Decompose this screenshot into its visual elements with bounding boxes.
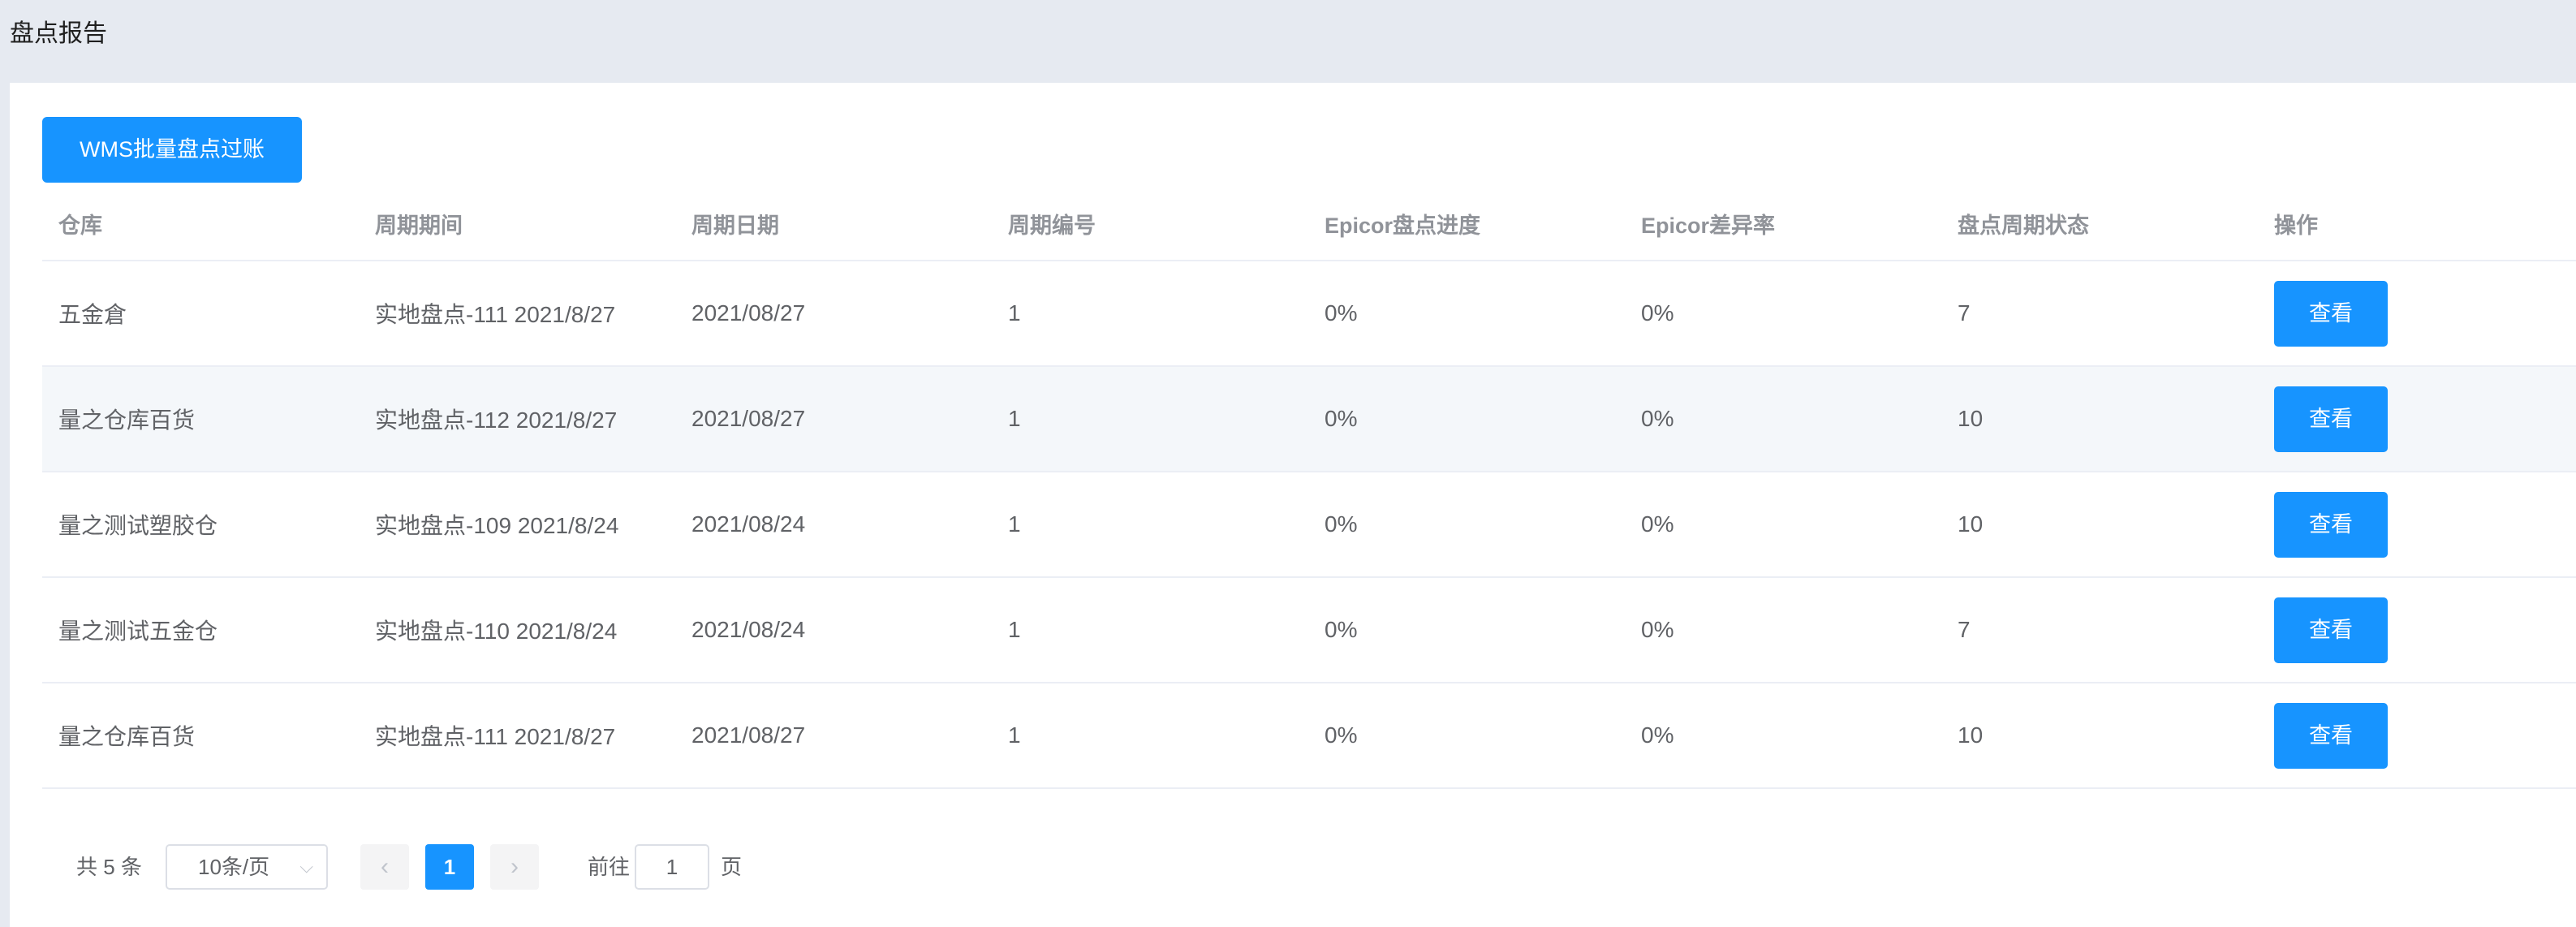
table-row: 五金倉 实地盘点-111 2021/8/27 2021/08/27 1 0% 0… — [42, 261, 2576, 367]
cell-status: 7 — [1958, 617, 1971, 642]
page-number-current[interactable]: 1 — [425, 844, 474, 890]
view-button[interactable]: 查看 — [2274, 597, 2388, 663]
cell-variance: 0% — [1641, 722, 1674, 748]
cell-period: 实地盘点-109 2021/8/24 — [375, 513, 619, 538]
goto-label: 前往 — [588, 855, 631, 879]
cell-status: 10 — [1958, 406, 1984, 431]
column-header-status: 盘点周期状态 — [1958, 213, 2089, 238]
report-table: 仓库 周期期间 周期日期 周期编号 Epicor盘点进度 Epicor差异率 盘… — [42, 187, 2576, 789]
cell-action: 查看 — [2274, 367, 2388, 471]
cell-progress: 0% — [1325, 722, 1358, 748]
cell-progress: 0% — [1325, 617, 1358, 642]
cell-period: 实地盘点-111 2021/8/27 — [375, 724, 616, 749]
cell-variance: 0% — [1641, 617, 1674, 642]
column-header-period: 周期期间 — [375, 213, 463, 238]
total-count: 共 5 条 — [76, 855, 142, 879]
cell-date: 2021/08/24 — [691, 617, 806, 642]
cell-action: 查看 — [2274, 472, 2388, 576]
table-row: 量之测试五金仓 实地盘点-110 2021/8/24 2021/08/24 1 … — [42, 578, 2576, 683]
cell-variance: 0% — [1641, 406, 1674, 431]
view-button[interactable]: 查看 — [2274, 702, 2388, 769]
view-button[interactable]: 查看 — [2274, 386, 2388, 452]
cell-warehouse: 量之测试五金仓 — [58, 619, 218, 644]
table-row: 量之测试塑胶仓 实地盘点-109 2021/8/24 2021/08/24 1 … — [42, 472, 2576, 578]
cell-warehouse: 量之测试塑胶仓 — [58, 513, 218, 538]
cell-period: 实地盘点-111 2021/8/27 — [375, 302, 616, 327]
view-button[interactable]: 查看 — [2274, 280, 2388, 347]
table-row: 量之仓库百货 实地盘点-112 2021/8/27 2021/08/27 1 0… — [42, 367, 2576, 472]
cell-progress: 0% — [1325, 511, 1358, 537]
column-header-action: 操作 — [2274, 213, 2318, 238]
cell-status: 10 — [1958, 511, 1984, 537]
cell-action: 查看 — [2274, 578, 2388, 682]
cell-date: 2021/08/27 — [691, 406, 806, 431]
next-page-button[interactable]: › — [490, 844, 539, 890]
column-header-variance: Epicor差异率 — [1641, 213, 1776, 238]
page-title: 盘点报告 — [10, 20, 107, 47]
chevron-left-icon: ‹ — [381, 853, 389, 880]
cell-variance: 0% — [1641, 300, 1674, 326]
goto-suffix: 页 — [721, 855, 743, 879]
column-header-number: 周期编号 — [1008, 213, 1096, 238]
table-header: 仓库 周期期间 周期日期 周期编号 Epicor盘点进度 Epicor差异率 盘… — [42, 187, 2576, 261]
cell-date: 2021/08/27 — [691, 300, 806, 326]
cell-variance: 0% — [1641, 511, 1674, 537]
cell-number: 1 — [1008, 406, 1021, 431]
cell-progress: 0% — [1325, 300, 1358, 326]
report-panel: WMS批量盘点过账 仓库 周期期间 周期日期 周期编号 Epicor盘点进度 E… — [10, 83, 2576, 927]
cell-number: 1 — [1008, 300, 1021, 326]
cell-period: 实地盘点-110 2021/8/24 — [375, 619, 618, 644]
cell-progress: 0% — [1325, 406, 1358, 431]
cell-action: 查看 — [2274, 683, 2388, 787]
cell-warehouse: 五金倉 — [58, 302, 127, 327]
cell-status: 7 — [1958, 300, 1971, 326]
column-header-date: 周期日期 — [691, 213, 779, 238]
chevron-right-icon: › — [510, 853, 519, 880]
batch-post-button[interactable]: WMS批量盘点过账 — [42, 117, 302, 183]
view-button[interactable]: 查看 — [2274, 491, 2388, 558]
column-header-warehouse: 仓库 — [58, 213, 102, 238]
cell-warehouse: 量之仓库百货 — [58, 724, 196, 749]
cell-date: 2021/08/24 — [691, 511, 806, 537]
cell-date: 2021/08/27 — [691, 722, 806, 748]
column-header-progress: Epicor盘点进度 — [1325, 213, 1481, 238]
chevron-down-icon: ⌵ — [299, 856, 313, 877]
prev-page-button[interactable]: ‹ — [360, 844, 409, 890]
cell-number: 1 — [1008, 722, 1021, 748]
page-size-select[interactable]: 10条/页 ⌵ — [166, 844, 328, 890]
cell-status: 10 — [1958, 722, 1984, 748]
cell-number: 1 — [1008, 511, 1021, 537]
cell-number: 1 — [1008, 617, 1021, 642]
cell-warehouse: 量之仓库百货 — [58, 407, 196, 433]
cell-action: 查看 — [2274, 261, 2388, 365]
goto-page-input[interactable] — [635, 844, 709, 890]
page-size-value: 10条/页 — [198, 855, 270, 879]
pagination: 共 5 条 10条/页 ⌵ ‹ 1 › 前往 页 — [10, 844, 984, 893]
table-row: 量之仓库百货 实地盘点-111 2021/8/27 2021/08/27 1 0… — [42, 683, 2576, 789]
cell-period: 实地盘点-112 2021/8/27 — [375, 407, 618, 433]
